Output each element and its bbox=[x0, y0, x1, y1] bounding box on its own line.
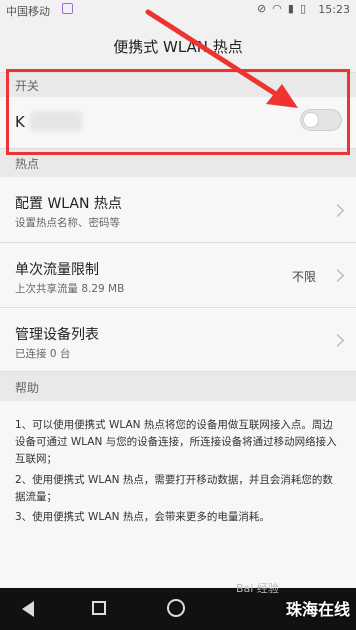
home-icon[interactable] bbox=[167, 599, 185, 617]
baidu-watermark: Bai 经验 bbox=[236, 582, 279, 595]
annotation-arrow bbox=[145, 9, 298, 108]
site-watermark: 珠海在线 bbox=[285, 600, 350, 619]
back-icon[interactable] bbox=[22, 601, 34, 617]
recent-apps-icon[interactable] bbox=[92, 601, 106, 615]
